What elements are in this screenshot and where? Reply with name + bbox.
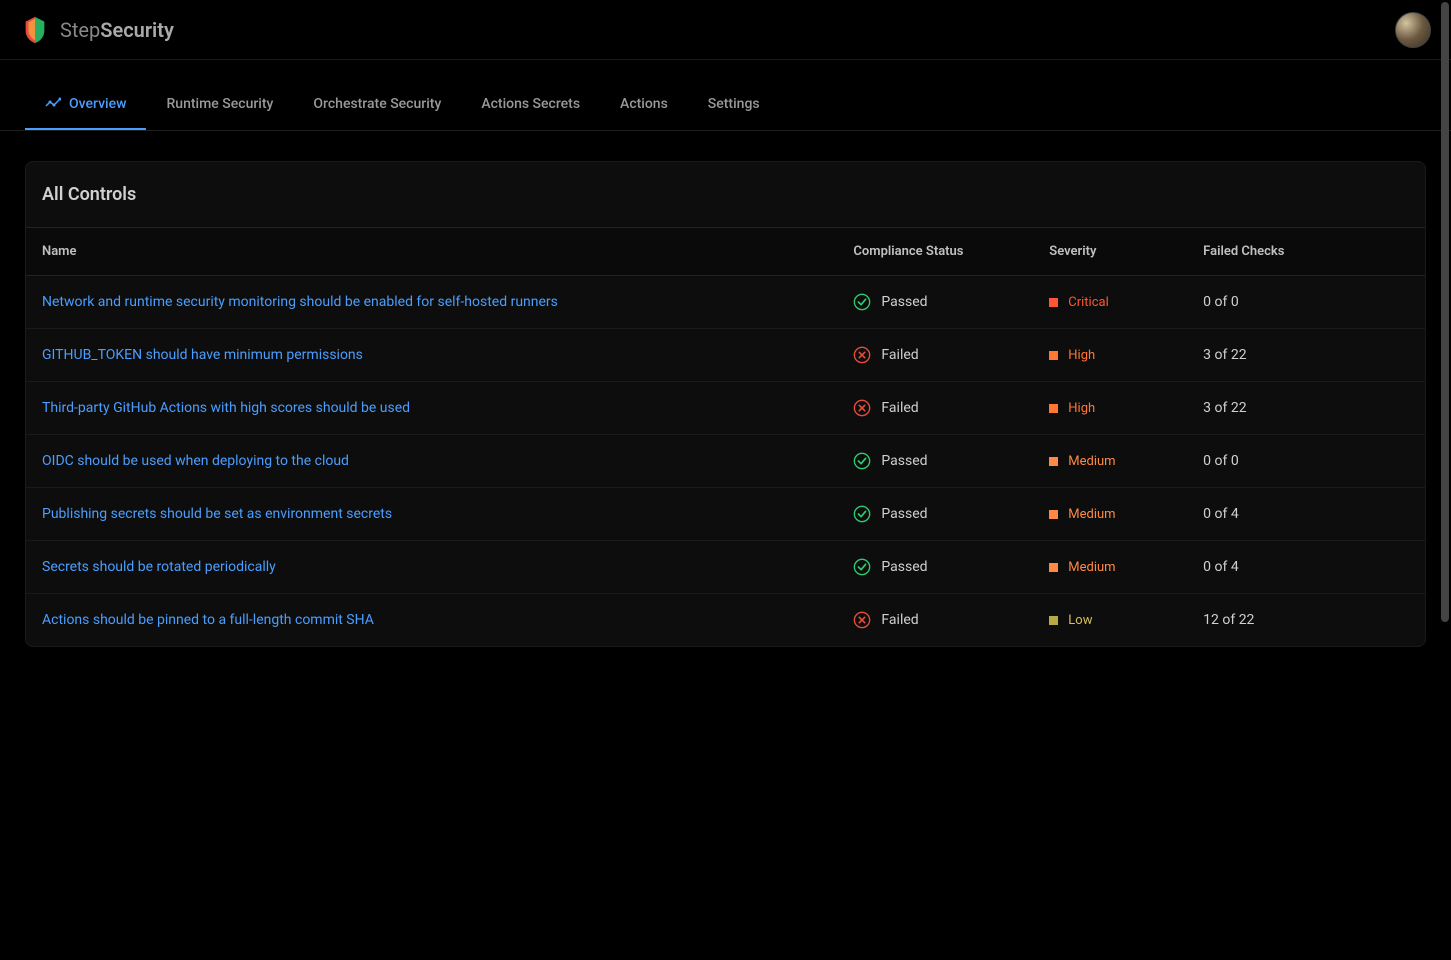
severity-cell: High (1049, 348, 1171, 363)
x-circle-icon (853, 346, 871, 364)
severity-square-icon (1049, 457, 1058, 466)
failed-checks-text: 12 of 22 (1203, 612, 1254, 628)
tab-label: Overview (69, 96, 126, 112)
control-link[interactable]: OIDC should be used when deploying to th… (42, 453, 349, 469)
severity-cell: High (1049, 401, 1171, 416)
severity-cell: Low (1049, 613, 1171, 628)
severity-square-icon (1049, 404, 1058, 413)
panel-header: All Controls (26, 162, 1425, 227)
controls-panel: All Controls Name Compliance Status Seve… (25, 161, 1426, 647)
status-text: Failed (881, 400, 918, 416)
col-header-severity[interactable]: Severity (1033, 228, 1187, 276)
status-cell: Passed (853, 293, 1017, 311)
control-link[interactable]: Publishing secrets should be set as envi… (42, 506, 392, 522)
severity-text: Medium (1068, 454, 1115, 469)
failed-checks-text: 0 of 4 (1203, 506, 1239, 522)
table-row[interactable]: Secrets should be rotated periodically P… (26, 541, 1425, 594)
app-header: StepSecurity (0, 0, 1451, 60)
control-link[interactable]: Third-party GitHub Actions with high sco… (42, 400, 410, 416)
table-row[interactable]: Publishing secrets should be set as envi… (26, 488, 1425, 541)
shield-icon (20, 15, 50, 45)
tab-label: Runtime Security (166, 96, 273, 112)
brand-light: Step (60, 18, 100, 42)
avatar[interactable] (1395, 12, 1431, 48)
control-link[interactable]: GITHUB_TOKEN should have minimum permiss… (42, 347, 363, 363)
content-area: All Controls Name Compliance Status Seve… (0, 131, 1451, 677)
severity-text: Low (1068, 613, 1092, 628)
col-header-status[interactable]: Compliance Status (837, 228, 1033, 276)
severity-square-icon (1049, 563, 1058, 572)
severity-square-icon (1049, 616, 1058, 625)
severity-cell: Medium (1049, 560, 1171, 575)
failed-checks-text: 0 of 4 (1203, 559, 1239, 575)
severity-square-icon (1049, 351, 1058, 360)
tab-label: Actions (620, 96, 668, 112)
tab-orchestrate-security[interactable]: Orchestrate Security (293, 80, 461, 130)
table-row[interactable]: GITHUB_TOKEN should have minimum permiss… (26, 329, 1425, 382)
severity-text: Critical (1068, 295, 1108, 310)
severity-cell: Medium (1049, 454, 1171, 469)
status-text: Passed (881, 294, 927, 310)
x-circle-icon (853, 611, 871, 629)
tab-actions-secrets[interactable]: Actions Secrets (461, 80, 600, 130)
logo[interactable]: StepSecurity (20, 15, 174, 45)
severity-square-icon (1049, 298, 1058, 307)
failed-checks-text: 3 of 22 (1203, 400, 1246, 416)
controls-table: Name Compliance Status Severity Failed C… (26, 227, 1425, 646)
x-circle-icon (853, 399, 871, 417)
severity-cell: Critical (1049, 295, 1171, 310)
tab-label: Orchestrate Security (313, 96, 441, 112)
check-circle-icon (853, 558, 871, 576)
severity-cell: Medium (1049, 507, 1171, 522)
table-row[interactable]: Network and runtime security monitoring … (26, 276, 1425, 329)
failed-checks-text: 3 of 22 (1203, 347, 1246, 363)
scrollbar-vertical[interactable] (1441, 2, 1449, 622)
tab-overview[interactable]: Overview (25, 80, 146, 130)
status-text: Failed (881, 612, 918, 628)
status-text: Passed (881, 559, 927, 575)
status-cell: Passed (853, 558, 1017, 576)
check-circle-icon (853, 293, 871, 311)
panel-title: All Controls (42, 184, 1409, 205)
check-circle-icon (853, 505, 871, 523)
severity-text: High (1068, 348, 1095, 363)
status-text: Passed (881, 453, 927, 469)
overview-icon (45, 96, 61, 112)
table-row[interactable]: OIDC should be used when deploying to th… (26, 435, 1425, 488)
check-circle-icon (853, 452, 871, 470)
table-row[interactable]: Actions should be pinned to a full-lengt… (26, 594, 1425, 647)
severity-square-icon (1049, 510, 1058, 519)
control-link[interactable]: Network and runtime security monitoring … (42, 294, 558, 310)
tab-label: Settings (708, 96, 760, 112)
brand-text: StepSecurity (60, 18, 174, 42)
col-header-failed[interactable]: Failed Checks (1187, 228, 1425, 276)
control-link[interactable]: Actions should be pinned to a full-lengt… (42, 612, 374, 628)
severity-text: Medium (1068, 507, 1115, 522)
status-text: Passed (881, 506, 927, 522)
severity-text: High (1068, 401, 1095, 416)
severity-text: Medium (1068, 560, 1115, 575)
tab-bar: Overview Runtime Security Orchestrate Se… (0, 80, 1451, 131)
brand-bold: Security (100, 18, 174, 42)
tab-actions[interactable]: Actions (600, 80, 688, 130)
status-cell: Failed (853, 611, 1017, 629)
table-row[interactable]: Third-party GitHub Actions with high sco… (26, 382, 1425, 435)
status-cell: Passed (853, 505, 1017, 523)
failed-checks-text: 0 of 0 (1203, 453, 1239, 469)
status-text: Failed (881, 347, 918, 363)
col-header-name[interactable]: Name (26, 228, 837, 276)
tab-settings[interactable]: Settings (688, 80, 780, 130)
status-cell: Failed (853, 346, 1017, 364)
status-cell: Failed (853, 399, 1017, 417)
failed-checks-text: 0 of 0 (1203, 294, 1239, 310)
tab-label: Actions Secrets (481, 96, 580, 112)
status-cell: Passed (853, 452, 1017, 470)
control-link[interactable]: Secrets should be rotated periodically (42, 559, 276, 575)
tab-runtime-security[interactable]: Runtime Security (146, 80, 293, 130)
